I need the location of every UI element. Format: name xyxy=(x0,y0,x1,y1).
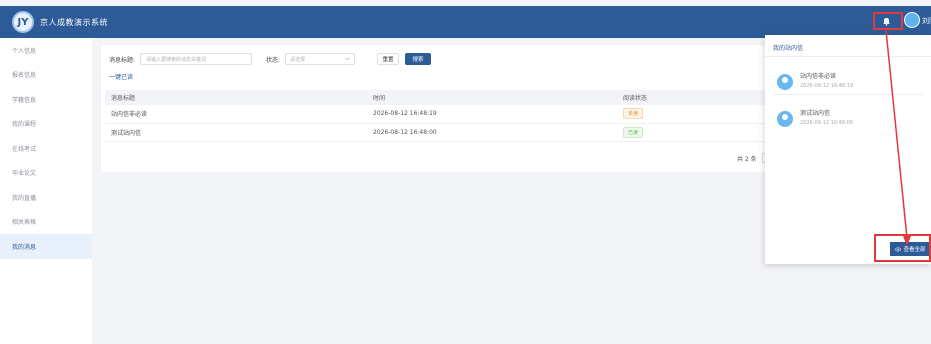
annotation-arrow xyxy=(885,29,911,246)
screen: JY 京人成教演示系统 刘同 个人信息 报名信息 学籍信息 我的课程 在线考试 … xyxy=(0,0,931,344)
